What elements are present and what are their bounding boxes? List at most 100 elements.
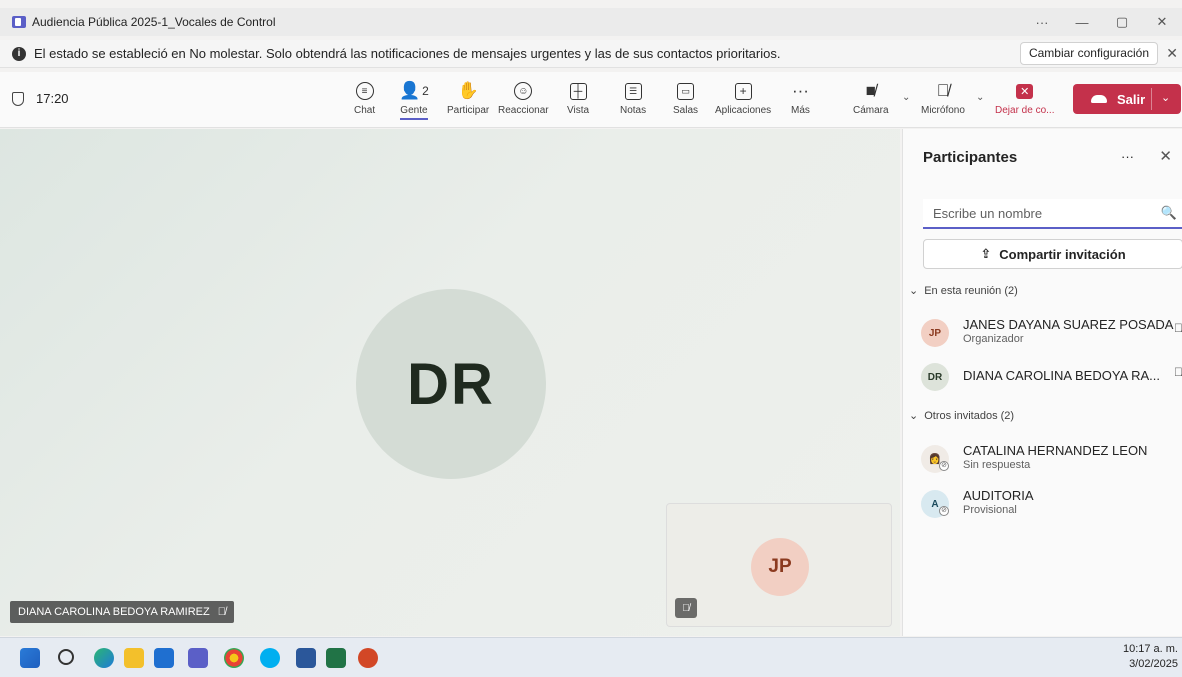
share-label: Compartir invitación xyxy=(999,246,1126,262)
window-controls: ··· — ▢ ✕ xyxy=(1022,8,1182,36)
microphone-button[interactable]: 🎙̸ Micrófono xyxy=(921,78,965,116)
self-mic-muted-icon: 🎙̸ xyxy=(675,598,697,618)
participant-avatar: JP xyxy=(921,319,949,347)
windows-taskbar: 10:17 a. m. 3/02/2025 xyxy=(0,637,1182,677)
people-icon: 👤 2 xyxy=(399,81,429,100)
participant-row[interactable]: JP JANES DAYANA SUAREZ POSADA Organizado… xyxy=(921,315,1182,351)
shield-icon xyxy=(12,91,24,106)
self-avatar: JP xyxy=(751,538,809,596)
participant-name: CATALINA HERNANDEZ LEON xyxy=(963,443,1148,458)
people-button[interactable]: 👤 2 Gente xyxy=(399,78,429,120)
minimize-button[interactable]: — xyxy=(1062,15,1102,30)
more-icon: ··· xyxy=(791,81,809,100)
leave-options-chevron-icon[interactable]: ⌄ xyxy=(1161,91,1170,104)
change-settings-button[interactable]: Cambiar configuración xyxy=(1019,42,1158,65)
mic-muted-icon: 🎙̸ xyxy=(217,606,226,618)
share-invite-button[interactable]: ⇪ Compartir invitación xyxy=(923,239,1182,269)
banner-close-button[interactable]: ✕ xyxy=(1166,45,1178,62)
notes-icon: ☰ xyxy=(624,78,642,104)
share-icon: ⇪ xyxy=(980,246,992,261)
chat-button[interactable]: ≡ Chat xyxy=(354,78,375,116)
mic-muted-icon: 🎙̸ xyxy=(1174,365,1182,379)
mic-muted-icon: 🎙̸ xyxy=(1174,321,1182,335)
stop-sharing-button[interactable]: ✕ Dejar de co... xyxy=(995,78,1054,116)
main-participant-name-tag: DIANA CAROLINA BEDOYA RAMIREZ 🎙̸ xyxy=(10,601,234,623)
close-window-button[interactable]: ✕ xyxy=(1142,14,1182,30)
participant-name: DIANA CAROLINA BEDOYA RA... xyxy=(963,368,1160,383)
window-more-button[interactable]: ··· xyxy=(1022,15,1062,30)
section-in-meeting[interactable]: ⌄ En esta reunión (2) xyxy=(909,284,1018,298)
camera-button[interactable]: ■̸ Cámara xyxy=(853,78,889,116)
file-explorer-icon[interactable] xyxy=(124,648,144,668)
participant-name: AUDITORIA xyxy=(963,488,1034,503)
grid-view-icon: ┼ xyxy=(569,78,587,104)
title-bar: Audiencia Pública 2025-1_Vocales de Cont… xyxy=(0,8,1182,36)
chevron-down-icon: ⌄ xyxy=(909,285,919,297)
main-participant-avatar: DR xyxy=(356,289,546,479)
participant-avatar: DR xyxy=(921,363,949,391)
notes-button[interactable]: ☰ Notas xyxy=(620,78,646,116)
chat-icon: ≡ xyxy=(355,78,374,104)
participant-name: JANES DAYANA SUAREZ POSADA xyxy=(963,317,1174,332)
windows-start-icon[interactable] xyxy=(20,648,40,668)
leave-separator xyxy=(1151,88,1152,110)
smile-icon: ☺ xyxy=(514,78,533,104)
search-icon: 🔍 xyxy=(1160,205,1177,220)
main-participant-name: DIANA CAROLINA BEDOYA RAMIREZ xyxy=(18,606,210,618)
participant-row[interactable]: A ⊘ AUDITORIA Provisional xyxy=(921,486,1182,522)
window-title: Audiencia Pública 2025-1_Vocales de Cont… xyxy=(32,15,276,29)
status-unknown-icon: ⊘ xyxy=(939,506,949,516)
camera-off-icon: ■̸ xyxy=(865,81,876,100)
participant-row[interactable]: DR DIANA CAROLINA BEDOYA RA... 🎙̸ xyxy=(921,359,1182,395)
self-video-tile[interactable]: JP 🎙̸ xyxy=(666,503,892,627)
skype-icon[interactable] xyxy=(260,648,280,668)
people-count: 2 xyxy=(422,84,429,98)
restore-button[interactable]: ▢ xyxy=(1102,14,1142,30)
section-other-invitees[interactable]: ⌄ Otros invitados (2) xyxy=(909,409,1014,423)
panel-more-button[interactable]: ··· xyxy=(1121,149,1134,164)
raise-hand-button[interactable]: ✋ Participar xyxy=(447,78,489,116)
participants-panel: Participantes ··· ✕ Escribe un nombre 🔍 … xyxy=(902,129,1182,636)
word-icon[interactable] xyxy=(296,648,316,668)
notification-banner: i El estado se estableció en No molestar… xyxy=(0,40,1182,68)
panel-close-button[interactable]: ✕ xyxy=(1159,147,1172,165)
system-clock[interactable]: 10:17 a. m. 3/02/2025 xyxy=(1123,642,1178,672)
outlook-icon[interactable] xyxy=(154,648,174,668)
info-icon: i xyxy=(12,46,26,61)
rooms-icon: ▭ xyxy=(677,78,694,104)
participant-status: Sin respuesta xyxy=(963,459,1031,471)
meeting-timer: 17:20 xyxy=(12,91,69,106)
teams-logo-icon xyxy=(12,16,26,28)
meeting-toolbar: 17:20 ≡ Chat 👤 2 Gente ✋ Participar ☺ Rea… xyxy=(0,72,1182,128)
search-placeholder: Escribe un nombre xyxy=(933,205,1043,221)
participant-row[interactable]: 👩 ⊘ CATALINA HERNANDEZ LEON Sin respuest… xyxy=(921,441,1182,477)
phone-hangup-icon xyxy=(1091,95,1107,103)
camera-options-chevron-icon[interactable]: ⌄ xyxy=(902,92,910,103)
rooms-button[interactable]: ▭ Salas xyxy=(673,78,698,116)
participant-search-input[interactable]: Escribe un nombre 🔍 xyxy=(923,199,1182,229)
status-unknown-icon: ⊘ xyxy=(939,461,949,471)
apps-plus-icon: + xyxy=(734,78,752,104)
chevron-down-icon: ⌄ xyxy=(909,410,919,422)
stop-share-icon: ✕ xyxy=(1016,78,1034,104)
leave-button[interactable]: Salir ⌄ xyxy=(1073,84,1181,114)
clock-time: 10:17 a. m. xyxy=(1122,643,1178,655)
chrome-icon[interactable] xyxy=(224,648,244,668)
teams-icon[interactable] xyxy=(188,648,208,668)
view-button[interactable]: ┼ Vista xyxy=(567,78,589,116)
mic-off-icon: 🎙̸ xyxy=(936,81,950,100)
participant-role: Organizador xyxy=(963,333,1024,345)
react-button[interactable]: ☺ Reaccionar xyxy=(498,78,549,116)
search-taskbar-icon[interactable] xyxy=(58,649,74,665)
raise-hand-icon: ✋ xyxy=(457,81,479,100)
participant-status: Provisional xyxy=(963,504,1017,516)
video-stage: DR DIANA CAROLINA BEDOYA RAMIREZ 🎙̸ JP 🎙… xyxy=(0,129,900,636)
edge-browser-icon[interactable] xyxy=(94,648,114,668)
apps-button[interactable]: + Aplicaciones xyxy=(715,78,771,116)
leave-label: Salir xyxy=(1117,91,1146,107)
more-button[interactable]: ··· Más xyxy=(791,78,810,116)
excel-icon[interactable] xyxy=(326,648,346,668)
panel-title: Participantes xyxy=(923,149,1018,166)
powerpoint-icon[interactable] xyxy=(358,648,378,668)
mic-options-chevron-icon[interactable]: ⌄ xyxy=(976,92,984,103)
